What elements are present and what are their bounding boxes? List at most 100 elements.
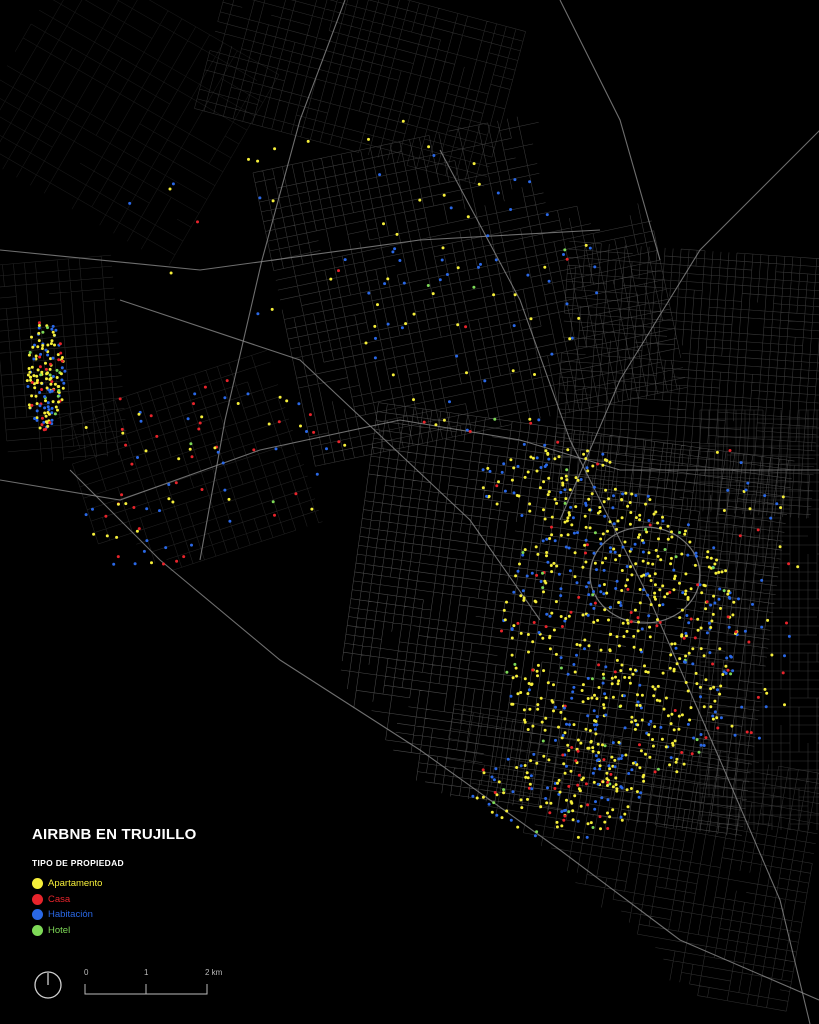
listing-point [512, 466, 516, 470]
listing-point [592, 723, 596, 727]
listing-point [651, 738, 654, 741]
listing-point [617, 679, 621, 683]
listing-point [567, 614, 571, 618]
listing-point [502, 788, 506, 792]
listing-point [630, 492, 634, 496]
listing-point [748, 507, 752, 511]
listing-point [563, 248, 567, 252]
listing-point [615, 527, 619, 531]
listing-point [552, 683, 555, 687]
listing-point [669, 556, 673, 560]
listing-point [588, 508, 592, 512]
listing-point [611, 695, 615, 699]
listing-point [193, 392, 197, 396]
listing-point [593, 807, 597, 811]
listing-point [668, 763, 672, 767]
listing-point [593, 561, 597, 565]
listing-point [574, 505, 578, 509]
listing-point [456, 323, 460, 327]
listing-point [619, 669, 623, 673]
listing-point [705, 555, 709, 559]
listing-point [718, 587, 722, 591]
listing-point [576, 783, 580, 787]
listing-point [561, 753, 565, 757]
listing-point [669, 562, 673, 566]
listing-point [620, 569, 624, 572]
listing-point [625, 618, 629, 622]
listing-point [118, 397, 122, 401]
listing-point [584, 551, 587, 555]
listing-point [84, 426, 88, 429]
listing-point [28, 351, 32, 354]
listing-point [684, 681, 688, 684]
listing-point [580, 778, 584, 782]
listing-point [685, 614, 689, 617]
listing-point [587, 746, 591, 750]
listing-point [586, 469, 590, 473]
listing-point [41, 330, 45, 334]
listing-point [46, 343, 50, 347]
listing-point [602, 500, 606, 504]
listing-point [596, 782, 600, 786]
listing-point [522, 596, 526, 600]
listing-point [38, 391, 42, 394]
listing-point [584, 560, 588, 564]
listing-point [580, 689, 584, 692]
listing-point [632, 634, 636, 638]
listing-point [535, 761, 539, 765]
listing-point [787, 562, 791, 566]
listing-point [662, 707, 666, 711]
listing-point [495, 793, 499, 797]
listing-point [465, 371, 468, 375]
listing-point [622, 635, 626, 638]
listing-point [497, 480, 500, 484]
listing-point [554, 738, 557, 742]
listing-point [124, 443, 128, 447]
listing-point [717, 570, 721, 574]
north-arrow-icon [34, 971, 62, 999]
listing-point [198, 421, 202, 425]
listing-point [633, 542, 637, 546]
listing-point [613, 670, 617, 674]
listing-point [513, 293, 517, 297]
listing-point [689, 706, 693, 710]
listing-point [490, 810, 494, 814]
listing-point [38, 404, 42, 408]
listing-point [713, 562, 717, 566]
listing-point [605, 591, 609, 595]
listing-point [569, 505, 573, 509]
listing-point [551, 700, 555, 704]
listing-point [63, 369, 67, 373]
listing-point [623, 675, 627, 679]
listing-point [493, 417, 497, 421]
listing-point [495, 502, 499, 506]
listing-point [604, 696, 608, 700]
listing-point [46, 353, 50, 357]
listing-point [52, 333, 56, 337]
listing-point [564, 617, 568, 620]
listing-point [515, 494, 519, 497]
listing-point [602, 706, 606, 710]
listing-point [559, 490, 563, 494]
listing-point [343, 443, 347, 447]
listing-point [531, 640, 535, 644]
listing-point [727, 625, 731, 629]
listing-point [597, 686, 601, 689]
listing-point [412, 312, 416, 316]
listing-point [59, 351, 63, 355]
listing-point [486, 234, 490, 238]
listing-point [441, 246, 445, 250]
listing-point [432, 154, 436, 157]
listing-point [641, 550, 645, 554]
listing-point [271, 199, 275, 203]
listing-point [252, 448, 256, 452]
listing-point [571, 809, 575, 813]
listing-point [267, 422, 271, 426]
listing-point [200, 488, 204, 491]
listing-point [513, 178, 517, 182]
listing-point [438, 278, 442, 282]
listing-point [654, 548, 658, 552]
listing-point [644, 502, 648, 506]
listing-point [30, 403, 34, 407]
listing-point [566, 672, 570, 676]
